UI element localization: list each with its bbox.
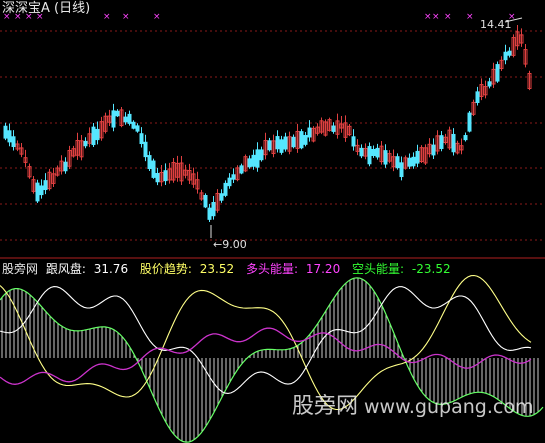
candlestick bbox=[247, 158, 252, 168]
signal-mark-icon: × bbox=[122, 12, 130, 22]
signal-mark-icon: × bbox=[14, 12, 22, 22]
high-price-annotation: 14.41 bbox=[480, 18, 512, 31]
candlestick bbox=[495, 64, 500, 82]
signal-mark-icon: × bbox=[36, 12, 44, 22]
candlestick bbox=[407, 157, 412, 167]
signal-mark-icon: × bbox=[25, 12, 33, 22]
candlestick bbox=[139, 133, 144, 145]
candlestick bbox=[123, 116, 128, 123]
candlestick bbox=[279, 139, 284, 153]
watermark-url: www.gupang.com bbox=[364, 396, 534, 418]
candlestick bbox=[147, 155, 152, 170]
candlestick bbox=[127, 113, 132, 124]
watermark: 股旁网 www.gupang.com bbox=[292, 396, 533, 418]
signal-mark-icon: × bbox=[103, 12, 111, 22]
bear-energy-item: 空头能量: -23.52 bbox=[352, 262, 451, 276]
candlestick bbox=[135, 125, 140, 132]
candlestick bbox=[275, 136, 280, 150]
candlestick bbox=[371, 148, 376, 156]
signal-mark-icon: × bbox=[432, 12, 440, 22]
candlestick bbox=[395, 156, 400, 169]
candlestick bbox=[223, 182, 228, 196]
signal-mark-icon: × bbox=[424, 12, 432, 22]
candlestick bbox=[151, 160, 156, 178]
candlestick bbox=[331, 125, 336, 132]
candlestick bbox=[39, 185, 44, 196]
candlestick bbox=[251, 154, 256, 167]
candlestick bbox=[463, 135, 468, 141]
candlestick bbox=[475, 91, 480, 104]
candlestick bbox=[203, 195, 208, 208]
candlestick bbox=[451, 133, 456, 153]
candlestick bbox=[307, 127, 312, 138]
candlestick bbox=[303, 135, 308, 145]
candlestick bbox=[155, 172, 160, 183]
candlestick bbox=[111, 110, 116, 128]
candlestick bbox=[115, 110, 120, 117]
candlestick bbox=[63, 161, 68, 172]
candlestick bbox=[359, 147, 364, 157]
candlestick bbox=[439, 135, 444, 149]
candlestick bbox=[367, 146, 372, 165]
candlestick bbox=[375, 147, 380, 158]
candlestick bbox=[231, 174, 236, 180]
follow-item: 跟风盘: 31.76 bbox=[45, 262, 129, 276]
signal-mark-icon: × bbox=[3, 12, 11, 22]
candlestick bbox=[95, 128, 100, 141]
signal-mark-icon: × bbox=[466, 12, 474, 22]
candlestick bbox=[283, 136, 288, 150]
candlestick bbox=[267, 140, 272, 151]
signal-mark-icon: × bbox=[153, 12, 161, 22]
candlestick bbox=[35, 182, 40, 202]
candlestick bbox=[259, 149, 264, 161]
low-price-value: 9.00 bbox=[222, 238, 247, 251]
trend-item: 股价趋势: 23.52 bbox=[139, 262, 235, 276]
candlestick bbox=[299, 131, 304, 149]
candlestick bbox=[239, 165, 244, 174]
candlestick bbox=[507, 50, 512, 56]
bull-energy-item: 多头能量: 17.20 bbox=[245, 262, 341, 276]
candlestick bbox=[351, 136, 356, 147]
low-price-annotation: ←9.00 bbox=[213, 238, 247, 252]
left-arrow-icon: ← bbox=[213, 238, 223, 251]
trend-line bbox=[0, 274, 532, 411]
candlestick bbox=[211, 202, 216, 217]
candlestick bbox=[467, 112, 472, 132]
indicator-bar: 股旁网 跟风盘: 31.76 股价趋势: 23.52 多头能量: 17.20 空… bbox=[2, 262, 459, 276]
candlestick bbox=[91, 126, 96, 146]
candlestick bbox=[503, 51, 508, 61]
candlestick bbox=[487, 81, 492, 87]
candlestick bbox=[83, 140, 88, 147]
candlestick bbox=[219, 193, 224, 201]
candlestick bbox=[143, 141, 148, 158]
candlestick bbox=[411, 156, 416, 167]
candlestick bbox=[431, 144, 436, 156]
candlestick bbox=[11, 136, 16, 148]
candlestick bbox=[3, 125, 8, 139]
stock-chart-window: 深深宝A (日线) × × × × × × × × × × × × 14.41 ←9.00 股旁网 跟… bbox=[0, 0, 545, 443]
candlestick bbox=[383, 150, 388, 165]
chart-canvas[interactable] bbox=[0, 0, 545, 443]
signal-mark-icon: × bbox=[444, 12, 452, 22]
candlestick bbox=[7, 130, 12, 143]
candlestick bbox=[415, 150, 420, 164]
candlestick bbox=[291, 136, 296, 148]
candlestick bbox=[255, 149, 260, 168]
candlestick bbox=[399, 162, 404, 178]
candlestick bbox=[131, 121, 136, 129]
indicator-name: 股旁网 bbox=[2, 262, 39, 276]
candlestick bbox=[207, 207, 212, 220]
candlestick bbox=[43, 180, 48, 191]
candlestick bbox=[227, 177, 232, 187]
candlestick bbox=[163, 170, 168, 182]
watermark-text: 股旁网 bbox=[292, 394, 359, 419]
